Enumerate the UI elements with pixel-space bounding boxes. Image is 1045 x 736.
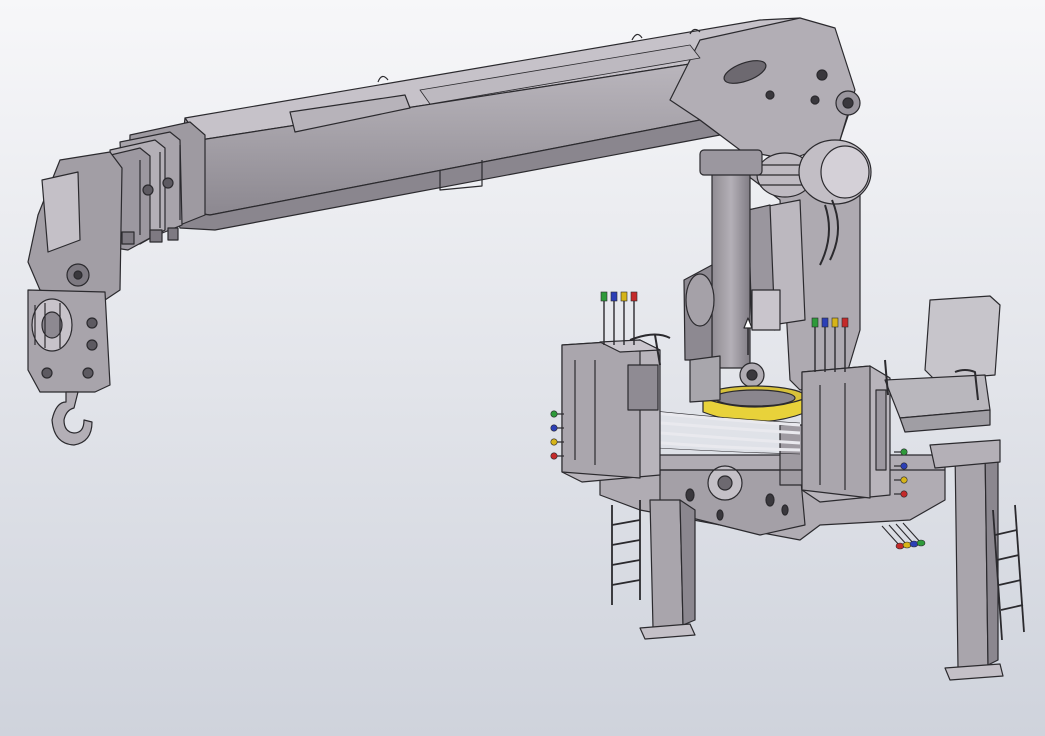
side-knob[interactable]	[900, 448, 908, 456]
right-control-valve-box	[801, 365, 891, 503]
bottom-knob[interactable]	[909, 540, 919, 548]
bottom-knob[interactable]	[916, 539, 926, 547]
side-knob[interactable]	[550, 452, 558, 460]
side-knob[interactable]	[900, 462, 908, 470]
lever-knob[interactable]	[841, 317, 849, 328]
lever-knob[interactable]	[610, 291, 618, 302]
bottom-knob[interactable]	[895, 542, 905, 550]
hydraulic-pump-unit	[683, 264, 715, 361]
lever-knob[interactable]	[630, 291, 638, 302]
lever-knob[interactable]	[600, 291, 608, 302]
side-knob[interactable]	[900, 476, 908, 484]
left-control-valve-box	[561, 339, 661, 483]
crane-model-canvas	[0, 0, 1045, 736]
side-knob[interactable]	[550, 424, 558, 432]
lever-knob[interactable]	[821, 317, 829, 328]
lever-knob[interactable]	[811, 317, 819, 328]
side-knob[interactable]	[900, 490, 908, 498]
cad-viewport[interactable]	[0, 0, 1045, 736]
side-knob[interactable]	[550, 438, 558, 446]
bottom-knob[interactable]	[902, 541, 912, 549]
lever-knob[interactable]	[620, 291, 628, 302]
lever-knob[interactable]	[831, 317, 839, 328]
side-knob[interactable]	[550, 410, 558, 418]
